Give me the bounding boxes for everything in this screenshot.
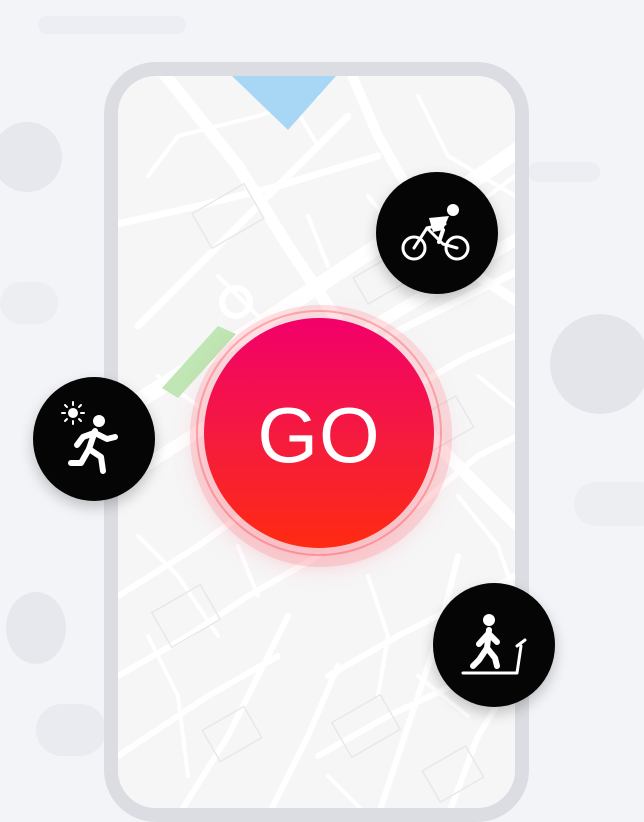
background-placeholder-circle — [550, 314, 644, 414]
go-button-label: GO — [257, 390, 381, 479]
background-placeholder-bar — [574, 482, 644, 526]
cyclist-icon — [401, 204, 470, 261]
running-activity-button[interactable] — [33, 377, 155, 501]
background-placeholder-bar — [36, 704, 106, 756]
runner-sun-icon — [61, 401, 118, 474]
background-placeholder-bar — [528, 162, 600, 182]
background-placeholder-bar — [0, 282, 58, 324]
treadmill-walking-activity-button[interactable] — [433, 583, 555, 707]
background-placeholder-bar — [38, 16, 186, 34]
go-button[interactable]: GO — [204, 318, 434, 548]
background-placeholder-circle — [0, 122, 62, 192]
cycling-activity-button[interactable] — [376, 172, 498, 294]
treadmill-walker-icon — [461, 614, 527, 675]
background-placeholder-circle — [6, 592, 66, 664]
